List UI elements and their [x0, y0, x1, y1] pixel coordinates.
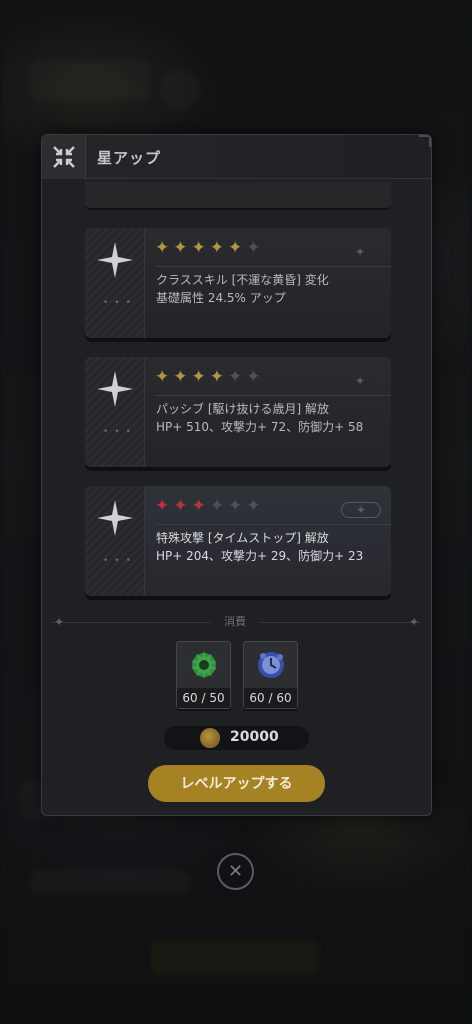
star-gold-icon: ✦ [228, 238, 243, 258]
star-empty-icon: ✦ [209, 496, 224, 516]
level-up-button[interactable]: レベルアップする [148, 765, 325, 802]
star-empty-icon: ✦ [228, 496, 243, 516]
star-gold-icon: ✦ [155, 367, 170, 387]
star-gold-icon: ✦ [155, 238, 170, 258]
star-red-icon: ✦ [155, 496, 170, 516]
green-gear-material-icon [191, 651, 217, 679]
card-effect-detail: HP+ 204、攻撃力+ 29、防御力+ 23 [156, 549, 364, 563]
card-effect-title: 特殊攻撃 [タイムストップ] 解放 [156, 531, 329, 545]
plus-icon: ✦ [354, 245, 366, 259]
star-gold-icon: ✦ [191, 238, 206, 258]
gold-cost-pill: 20000 [164, 726, 309, 750]
star-empty-icon: ✦ [246, 367, 261, 387]
sparkle-icon: ✦ [54, 615, 65, 629]
star-up-dialog: 星アップ ••• ✦ ✦ ✦ ✦ ✦ ✦ クラススキル [不運な黄昏] 変化 基礎属性 2… [41, 134, 432, 816]
material-slot-2[interactable]: 60 / 60 [243, 641, 298, 709]
card-emblem: ••• [85, 228, 145, 338]
star-red-icon: ✦ [173, 496, 188, 516]
card-effect-detail: HP+ 510、攻撃力+ 72、防御力+ 58 [156, 420, 364, 434]
star-empty-icon: ✦ [246, 496, 261, 516]
gold-amount: 20000 [230, 729, 279, 745]
card-divider [155, 524, 391, 525]
close-button[interactable]: ✕ [217, 853, 254, 890]
emblem-dots: ••• [103, 556, 137, 566]
star-rating: ✦ ✦ ✦ ✦ ✦ ✦ [155, 496, 261, 516]
star-empty-icon: ✦ [228, 367, 243, 387]
star-red-icon: ✦ [191, 496, 206, 516]
corner-ornament [419, 135, 431, 147]
collapse-arrows-icon [52, 146, 75, 168]
star-rating: ✦ ✦ ✦ ✦ ✦ ✦ [155, 238, 261, 258]
emblem-dots: ••• [103, 298, 137, 308]
star-gold-icon: ✦ [173, 238, 188, 258]
star-gold-icon: ✦ [173, 367, 188, 387]
material-count: 60 / 50 [177, 688, 230, 708]
card-divider [155, 395, 391, 396]
collapse-button[interactable] [42, 135, 86, 179]
emblem-dots: ••• [103, 427, 137, 437]
star-empty-icon: ✦ [246, 238, 261, 258]
card-divider [155, 266, 391, 267]
star-card-5: ••• ✦ ✦ ✦ ✦ ✦ ✦ クラススキル [不運な黄昏] 変化 基礎属性 24.5% … [85, 228, 391, 338]
blue-clock-material-icon [258, 652, 284, 678]
dialog-title: 星アップ [97, 149, 162, 167]
compass-star-icon [97, 371, 133, 407]
card-effect-title: パッシブ [駆け抜ける歳月] 解放 [156, 402, 329, 416]
star-gold-icon: ✦ [209, 367, 224, 387]
material-count: 60 / 60 [244, 688, 297, 708]
card-effect-title: クラススキル [不運な黄昏] 変化 [156, 273, 329, 287]
star-card-3-current: ••• ✦ ✦ ✦ ✦ ✦ ✦ 特殊攻撃 [タイムストップ] 解放 HP+ 204、攻撃力… [85, 486, 391, 596]
card-effect-detail: 基礎属性 24.5% アップ [156, 291, 286, 305]
plus-icon: ✦ [354, 374, 366, 388]
card-emblem: ••• [85, 486, 145, 596]
plus-icon: ✦ [341, 502, 381, 518]
gold-coin-icon [200, 728, 220, 748]
star-gold-icon: ✦ [209, 238, 224, 258]
star-card-4: ••• ✦ ✦ ✦ ✦ ✦ ✦ パッシブ [駆け抜ける歳月] 解放 HP+ 510、攻撃力… [85, 357, 391, 467]
star-gold-icon: ✦ [191, 367, 206, 387]
sparkle-icon: ✦ [408, 615, 419, 629]
material-slot-1[interactable]: 60 / 50 [176, 641, 231, 709]
card-emblem: ••• [85, 357, 145, 467]
dialog-header: 星アップ [42, 135, 431, 179]
compass-star-icon [97, 242, 133, 278]
star-rating: ✦ ✦ ✦ ✦ ✦ ✦ [155, 367, 261, 387]
star-card-partial [85, 182, 391, 210]
cost-label: 消費 [210, 613, 260, 629]
close-icon: ✕ [227, 861, 244, 882]
compass-star-icon [97, 500, 133, 536]
